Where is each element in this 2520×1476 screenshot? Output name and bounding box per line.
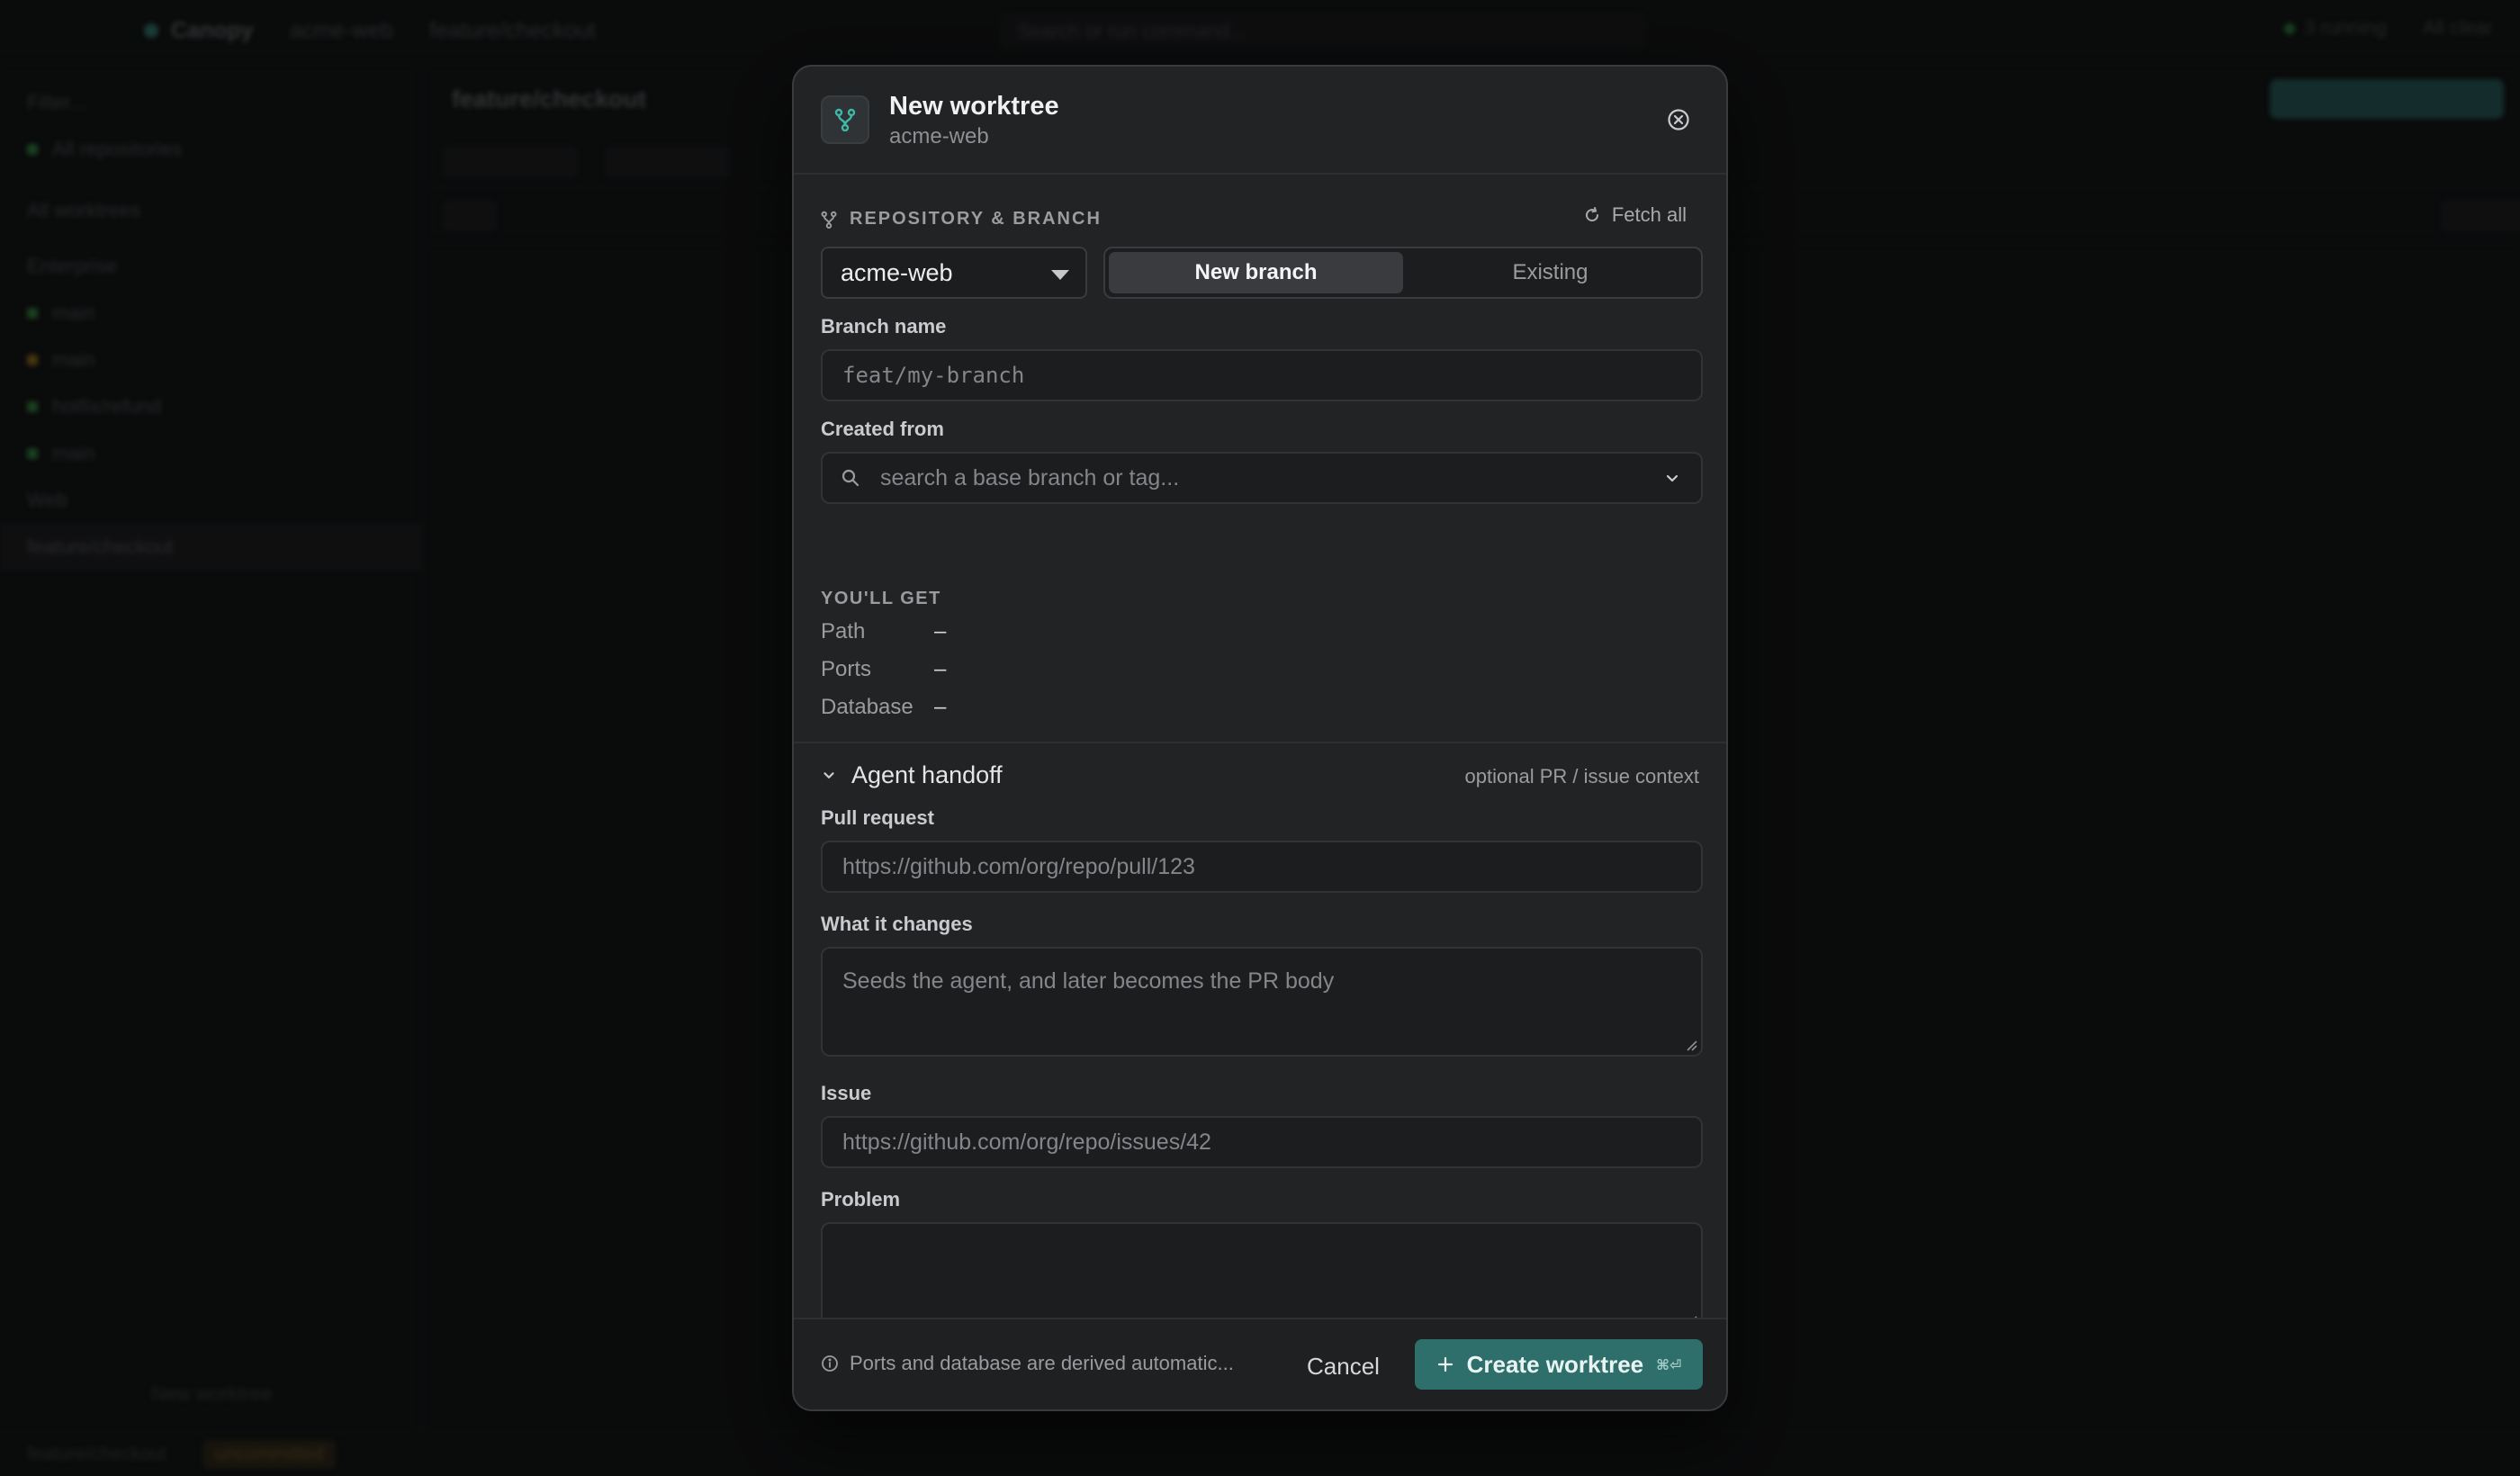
- fetch-all-button[interactable]: Fetch all: [1583, 203, 1687, 227]
- cancel-button[interactable]: Cancel: [1300, 1343, 1387, 1390]
- agent-handoff-toggle[interactable]: Agent handoff: [821, 761, 1003, 789]
- branch-name-input[interactable]: feat/my-branch: [821, 349, 1703, 401]
- dialog-header: New worktree acme-web: [794, 67, 1726, 175]
- plus-icon: [1437, 1356, 1453, 1372]
- footer-note: Ports and database are derived automatic…: [821, 1352, 1234, 1375]
- branch-name-label: Branch name: [821, 315, 947, 338]
- dialog-title: New worktree: [889, 92, 1059, 121]
- created-from-label: Created from: [821, 418, 944, 440]
- youll-get-heading: YOU'LL GET: [821, 589, 941, 608]
- section-divider: [794, 742, 1726, 743]
- existing-branch-tab[interactable]: Existing: [1403, 252, 1697, 293]
- chevron-down-icon: [1666, 474, 1678, 482]
- agent-handoff-note: optional PR / issue context: [1464, 765, 1699, 788]
- git-branch-icon: [821, 95, 869, 144]
- problem-label: Problem: [821, 1188, 901, 1210]
- resize-handle-icon[interactable]: [1685, 1039, 1697, 1051]
- branch-mode-toggle: New branch Existing: [1103, 247, 1703, 299]
- chevron-down-icon: [824, 771, 834, 778]
- issue-label: Issue: [821, 1082, 872, 1104]
- git-branch-icon: [821, 211, 837, 229]
- what-it-changes-label: What it changes: [821, 913, 973, 935]
- problem-textarea[interactable]: [821, 1222, 1703, 1332]
- youll-get-row: Path –: [821, 619, 947, 644]
- dialog-footer: Ports and database are derived automatic…: [794, 1318, 1726, 1409]
- created-from-combobox[interactable]: search a base branch or tag...: [821, 452, 1703, 504]
- what-it-changes-textarea[interactable]: Seeds the agent, and later becomes the P…: [821, 947, 1703, 1057]
- issue-input[interactable]: https://github.com/org/repo/issues/42: [821, 1116, 1703, 1168]
- dialog-subtitle: acme-web: [889, 124, 989, 148]
- pull-request-input[interactable]: https://github.com/org/repo/pull/123: [821, 841, 1703, 893]
- section-repository-branch: REPOSITORY & BRANCH: [821, 209, 1102, 230]
- pull-request-label: Pull request: [821, 806, 934, 829]
- close-icon: [1668, 109, 1689, 130]
- search-icon: [842, 469, 860, 487]
- repository-select[interactable]: acme-web: [821, 247, 1087, 299]
- create-worktree-button[interactable]: Create worktree ⌘⏎: [1415, 1339, 1703, 1390]
- refresh-icon: [1585, 207, 1598, 222]
- youll-get-row: Database –: [821, 695, 947, 719]
- youll-get-row: Ports –: [821, 657, 947, 681]
- new-worktree-dialog: New worktree acme-web REPOSITORY & BRANC…: [792, 65, 1728, 1411]
- new-branch-tab[interactable]: New branch: [1109, 252, 1403, 293]
- caret-down-icon: [1051, 270, 1069, 280]
- close-button[interactable]: [1663, 104, 1694, 135]
- shortcut-hint: ⌘⏎: [1656, 1355, 1682, 1373]
- info-icon: [822, 1355, 838, 1372]
